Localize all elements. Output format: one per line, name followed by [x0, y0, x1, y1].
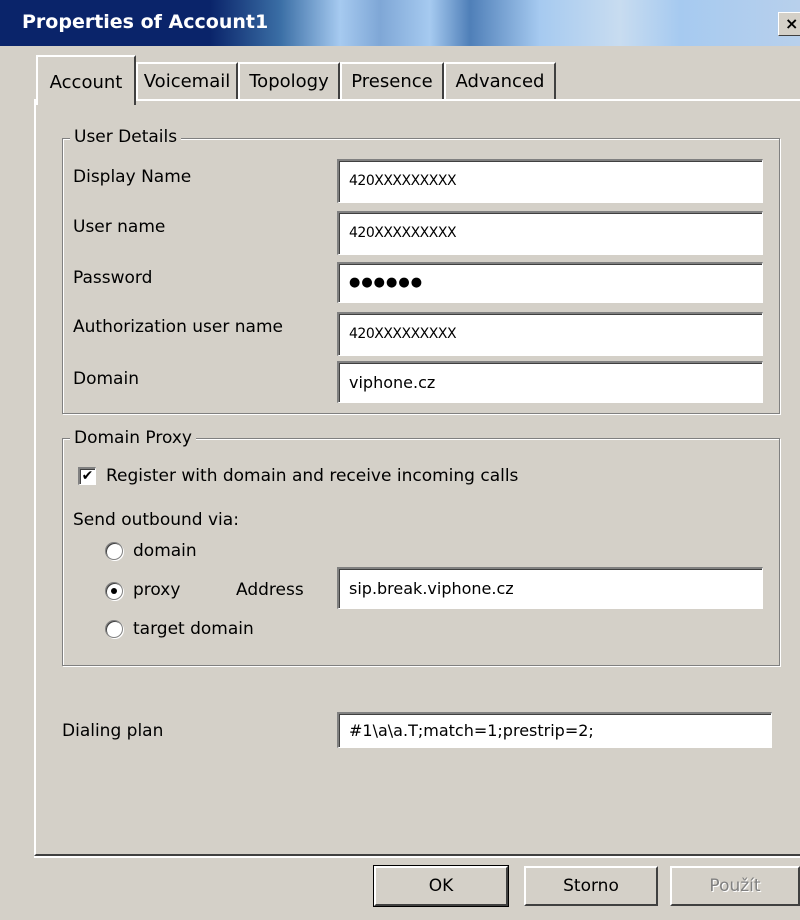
password-label: Password — [73, 268, 153, 288]
user-name-label: User name — [73, 217, 166, 237]
tab-label: Account — [49, 72, 123, 93]
window-title: Properties of Account1 — [22, 11, 269, 33]
ok-button[interactable]: OK — [373, 865, 509, 907]
user-details-legend: User Details — [70, 127, 182, 147]
tab-voicemail[interactable]: Voicemail — [136, 62, 238, 100]
radio-proxy-label: proxy — [133, 580, 181, 600]
password-field[interactable]: ●●●●●● — [337, 262, 763, 303]
apply-button[interactable]: Použít — [670, 866, 800, 906]
domain-field[interactable]: viphone.cz — [337, 361, 763, 403]
radio-target-domain-label: target domain — [133, 619, 254, 639]
tab-advanced[interactable]: Advanced — [444, 62, 556, 100]
check-icon: ✔ — [81, 468, 94, 484]
tab-label: Presence — [351, 71, 433, 92]
radio-domain[interactable] — [105, 542, 123, 560]
dialing-plan-field[interactable]: #1\a\a.T;match=1;prestrip=2; — [337, 712, 772, 748]
domain-label: Domain — [73, 369, 139, 389]
radio-proxy[interactable] — [105, 582, 123, 600]
register-label: Register with domain and receive incomin… — [106, 466, 519, 486]
display-name-field[interactable]: 420XXXXXXXXX — [337, 159, 763, 203]
tab-presence[interactable]: Presence — [340, 62, 444, 100]
apply-button-label: Použít — [709, 876, 761, 896]
address-label: Address — [236, 580, 304, 600]
ok-button-label: OK — [428, 876, 454, 896]
auth-user-name-label: Authorization user name — [73, 317, 283, 337]
footer-separator — [34, 856, 800, 858]
tab-label: Voicemail — [143, 71, 231, 92]
send-outbound-label: Send outbound via: — [73, 510, 239, 530]
radio-selected-dot — [111, 588, 117, 594]
proxy-address-field[interactable]: sip.break.viphone.cz — [337, 567, 763, 609]
properties-dialog: Properties of Account1 × Account Voicema… — [0, 0, 800, 920]
tab-label: Advanced — [455, 71, 545, 92]
auth-user-name-field[interactable]: 420XXXXXXXXX — [337, 312, 763, 356]
cancel-button-label: Storno — [563, 876, 619, 896]
tab-topology[interactable]: Topology — [238, 62, 340, 100]
domain-proxy-legend: Domain Proxy — [70, 428, 196, 448]
close-icon: × — [785, 14, 799, 33]
close-button[interactable]: × — [778, 12, 800, 36]
title-bar: Properties of Account1 × — [0, 0, 800, 46]
radio-target-domain[interactable] — [105, 620, 123, 638]
dialing-plan-label: Dialing plan — [62, 721, 164, 741]
register-checkbox[interactable]: ✔ — [78, 467, 96, 485]
tab-label: Topology — [249, 71, 329, 92]
radio-domain-label: domain — [133, 541, 197, 561]
cancel-button[interactable]: Storno — [524, 866, 658, 906]
user-name-field[interactable]: 420XXXXXXXXX — [337, 211, 763, 255]
display-name-label: Display Name — [73, 167, 192, 187]
tab-account[interactable]: Account — [36, 55, 136, 105]
